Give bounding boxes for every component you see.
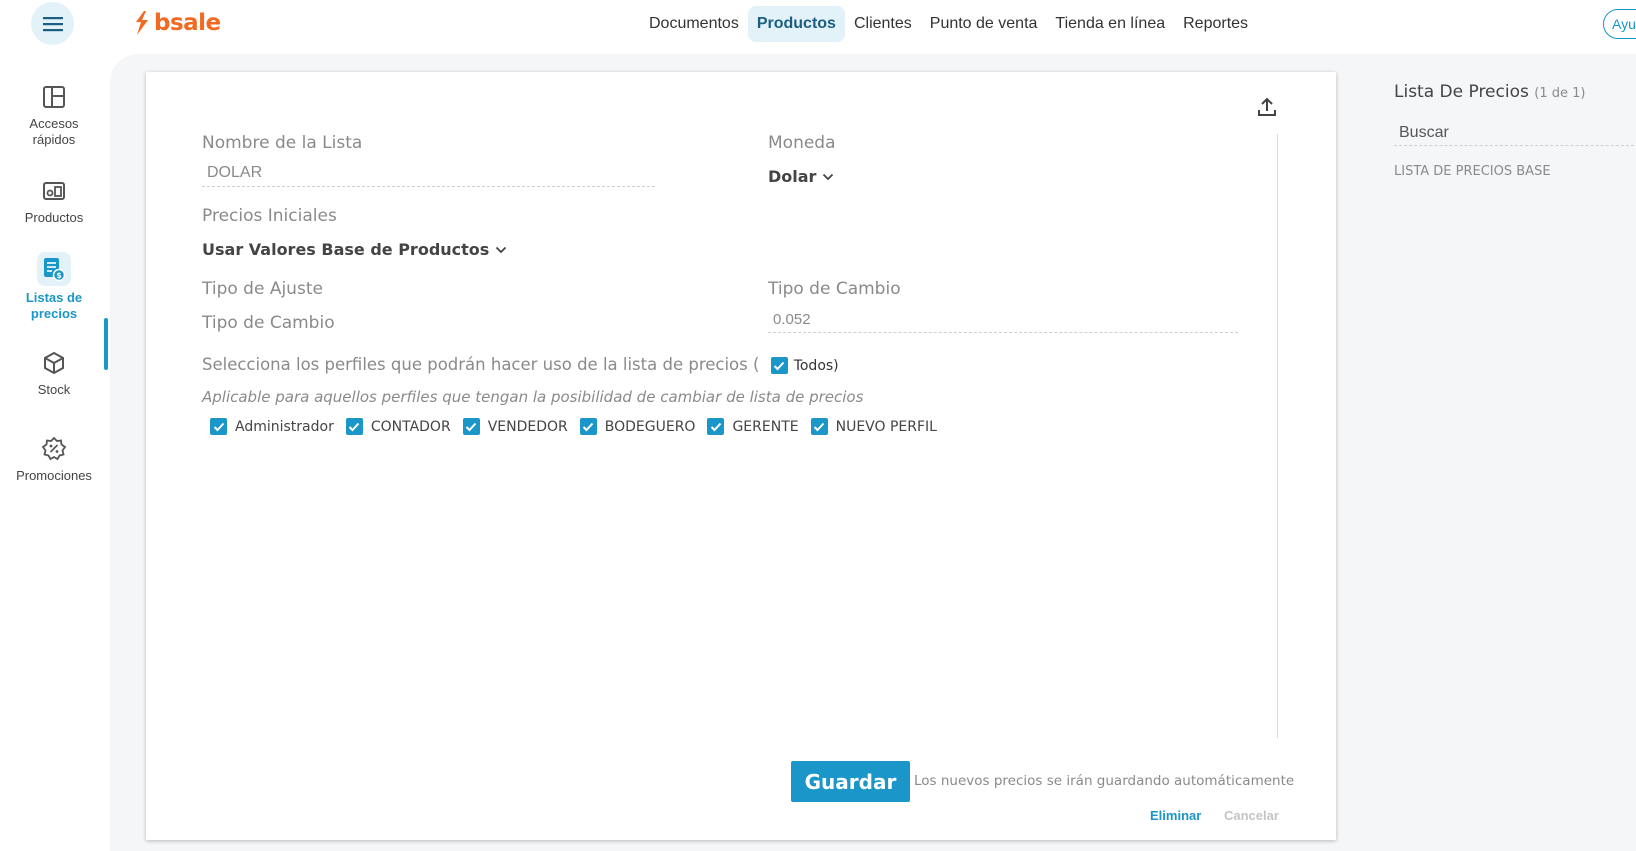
price-list-search-input[interactable]: Buscar [1394,121,1636,146]
profile-vendedor[interactable]: VENDEDOR [462,418,568,435]
currency-dropdown[interactable]: Dolar [768,167,834,186]
sidebar-item-productos[interactable]: Productos [0,178,108,226]
quick-access-icon [43,86,65,108]
profile-bodeguero[interactable]: BODEGUERO [579,418,696,435]
profile-label: NUEVO PERFIL [835,418,937,435]
sidebar-label: Stock [37,382,71,397]
autosave-note: Los nuevos precios se irán guardando aut… [914,773,1295,789]
profile-checkbox[interactable] [810,418,828,435]
profiles-list: Administrador CONTADOR VENDEDOR BODEGUER… [210,418,949,435]
profile-label: CONTADOR [370,418,451,435]
nav-documentos[interactable]: Documentos [640,6,748,42]
profile-label: GERENTE [732,418,799,435]
profile-administrador[interactable]: Administrador [210,418,334,435]
profile-gerente[interactable]: GERENTE [707,418,799,435]
hamburger-menu-button[interactable] [31,2,74,45]
chevron-down-icon [496,246,507,253]
exchange-rate-input[interactable]: 0.052 [768,307,1238,333]
price-list-icon: $ [44,258,66,282]
profile-label: Administrador [235,418,334,435]
profiles-prompt: Selecciona los perfiles que podrán hacer… [202,355,839,374]
hamburger-icon [42,16,63,31]
sidebar-item-accesos-rapidos[interactable]: Accesos rápidos [0,84,108,148]
price-list-panel-title: Lista De Precios (1 de 1) [1394,82,1585,102]
list-name-label: Nombre de la Lista [202,133,363,153]
checkmark-icon [773,361,785,370]
chevron-down-icon [823,173,834,180]
todos-close-paren: ) [833,358,839,374]
form-divider [1277,134,1278,738]
price-list-form-card [146,72,1336,840]
logo-text: bsale [154,10,221,36]
bsale-bolt-icon [136,11,148,35]
sidebar-item-promociones[interactable]: Promociones [0,436,108,484]
checkmark-icon [813,422,825,431]
top-bar: bsale Documentos Productos Clientes Punt… [0,0,1636,48]
cancel-link[interactable]: Cancelar [1224,808,1279,823]
export-upload-icon[interactable] [1256,96,1278,118]
bsale-logo[interactable]: bsale [134,10,221,36]
sidebar-label: Productos [24,210,84,225]
profile-nuevo-perfil[interactable]: NUEVO PERFIL [810,418,937,435]
sidebar-label: Promociones [16,468,92,483]
adjust-type-label: Tipo de Ajuste [202,279,323,299]
todos-label: Todos [793,358,834,374]
currency-value: Dolar [768,167,817,186]
profiles-prompt-text: Selecciona los perfiles que podrán hacer… [202,355,760,374]
profile-checkbox[interactable] [707,418,725,435]
profile-label: VENDEDOR [487,418,568,435]
products-icon [43,182,65,200]
delete-link[interactable]: Eliminar [1150,808,1201,823]
initial-prices-dropdown[interactable]: Usar Valores Base de Productos [202,240,507,259]
stock-box-icon [44,351,64,375]
profiles-note: Aplicable para aquellos perfiles que ten… [202,388,864,406]
profile-checkbox[interactable] [210,418,227,435]
sidebar-label: precios [30,306,78,321]
profile-contador[interactable]: CONTADOR [345,418,451,435]
panel-title-text: Lista De Precios [1394,82,1529,102]
profile-checkbox[interactable] [345,418,363,435]
nav-productos[interactable]: Productos [747,6,845,42]
nav-tienda-en-linea[interactable]: Tienda en línea [1046,6,1174,42]
promotions-icon [41,436,67,461]
initial-prices-value: Usar Valores Base de Productos [202,240,490,259]
exchange-type-label-left: Tipo de Cambio [202,313,335,333]
sidebar: Accesos rápidos Productos $ Listas de pr… [0,48,108,851]
nav-punto-de-venta[interactable]: Punto de venta [921,6,1047,42]
nav-reportes[interactable]: Reportes [1174,6,1257,42]
profile-checkbox[interactable] [462,418,480,435]
exchange-type-label-right: Tipo de Cambio [768,279,901,299]
help-button[interactable]: Ayu [1603,9,1636,39]
initial-prices-label: Precios Iniciales [202,206,337,226]
checkmark-icon [710,422,722,431]
sidebar-label: Listas de [25,290,83,305]
sidebar-item-listas-de-precios[interactable]: $ Listas de precios [0,252,108,322]
panel-title-count: (1 de 1) [1534,86,1586,101]
checkmark-icon [213,422,224,431]
sidebar-label: rápidos [32,132,76,147]
base-price-list-item[interactable]: LISTA DE PRECIOS BASE [1394,164,1551,179]
svg-text:$: $ [56,271,62,280]
profile-label: BODEGUERO [604,418,696,435]
checkmark-icon [583,422,594,431]
profile-checkbox[interactable] [579,418,597,435]
main-nav: Documentos Productos Clientes Punto de v… [640,6,1257,42]
nav-clientes[interactable]: Clientes [845,6,921,42]
sidebar-label: Accesos [29,116,79,131]
checkmark-icon [349,422,360,431]
save-button[interactable]: Guardar [791,761,910,802]
todos-checkbox[interactable] [770,357,788,374]
list-name-input[interactable]: DOLAR [202,160,655,187]
sidebar-item-stock[interactable]: Stock [0,350,108,398]
checkmark-icon [465,422,477,431]
currency-label: Moneda [768,133,836,153]
